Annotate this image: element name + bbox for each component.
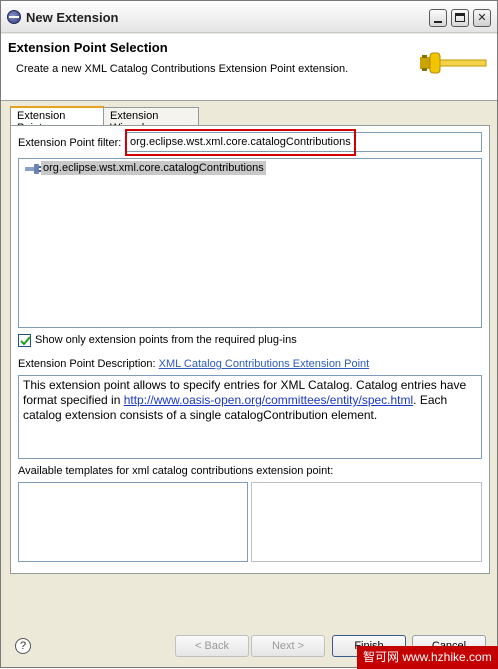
- tab-extension-wizards[interactable]: Extension Wizards: [103, 107, 199, 134]
- extension-point-doc-link[interactable]: XML Catalog Contributions Extension Poin…: [159, 358, 370, 370]
- description-label: Extension Point Description:: [18, 358, 156, 370]
- show-only-required-checkbox[interactable]: [18, 334, 31, 347]
- extension-points-panel: Extension Point filter: org.eclipse.wst.…: [10, 125, 490, 574]
- back-button[interactable]: < Back: [175, 635, 249, 657]
- new-extension-window: New Extension ✕ Extension Point Selectio…: [0, 0, 498, 669]
- site-watermark: 智可网 www.hzhike.com: [357, 646, 498, 669]
- extension-point-list[interactable]: org.eclipse.wst.xml.core.catalogContribu…: [18, 158, 482, 328]
- list-item-label: org.eclipse.wst.xml.core.catalogContribu…: [41, 161, 266, 175]
- next-button[interactable]: Next >: [251, 635, 325, 657]
- window-title: New Extension: [26, 10, 119, 25]
- description-label-row: Extension Point Description: XML Catalog…: [18, 358, 369, 370]
- title-bar[interactable]: New Extension ✕: [1, 1, 497, 33]
- show-only-required-label: Show only extension points from the requ…: [35, 334, 297, 346]
- extension-point-filter-input[interactable]: [130, 134, 352, 150]
- spec-url-link[interactable]: http://www.oasis-open.org/committees/ent…: [124, 393, 413, 407]
- minimize-button[interactable]: [429, 9, 447, 27]
- tab-extension-points[interactable]: Extension Points: [10, 106, 104, 134]
- filter-field-box[interactable]: [126, 132, 482, 152]
- help-icon[interactable]: ?: [15, 638, 31, 654]
- maximize-button[interactable]: [451, 9, 469, 27]
- close-icon: ✕: [477, 12, 487, 24]
- plug-banner-icon: [420, 52, 487, 74]
- eclipse-icon: [7, 10, 21, 24]
- template-description-box: [251, 482, 482, 562]
- templates-label: Available templates for xml catalog cont…: [18, 465, 334, 477]
- checkmark-icon: [20, 336, 31, 346]
- templates-list[interactable]: [18, 482, 248, 562]
- plug-icon: [25, 164, 41, 174]
- wizard-header: Extension Point Selection Create a new X…: [1, 34, 497, 101]
- filter-label: Extension Point filter:: [18, 137, 122, 149]
- close-button[interactable]: ✕: [473, 9, 491, 27]
- minimize-icon: [434, 21, 442, 23]
- description-box: This extension point allows to specify e…: [18, 375, 482, 459]
- page-title: Extension Point Selection: [8, 40, 168, 55]
- maximize-icon: [455, 13, 465, 22]
- page-description: Create a new XML Catalog Contributions E…: [16, 63, 349, 75]
